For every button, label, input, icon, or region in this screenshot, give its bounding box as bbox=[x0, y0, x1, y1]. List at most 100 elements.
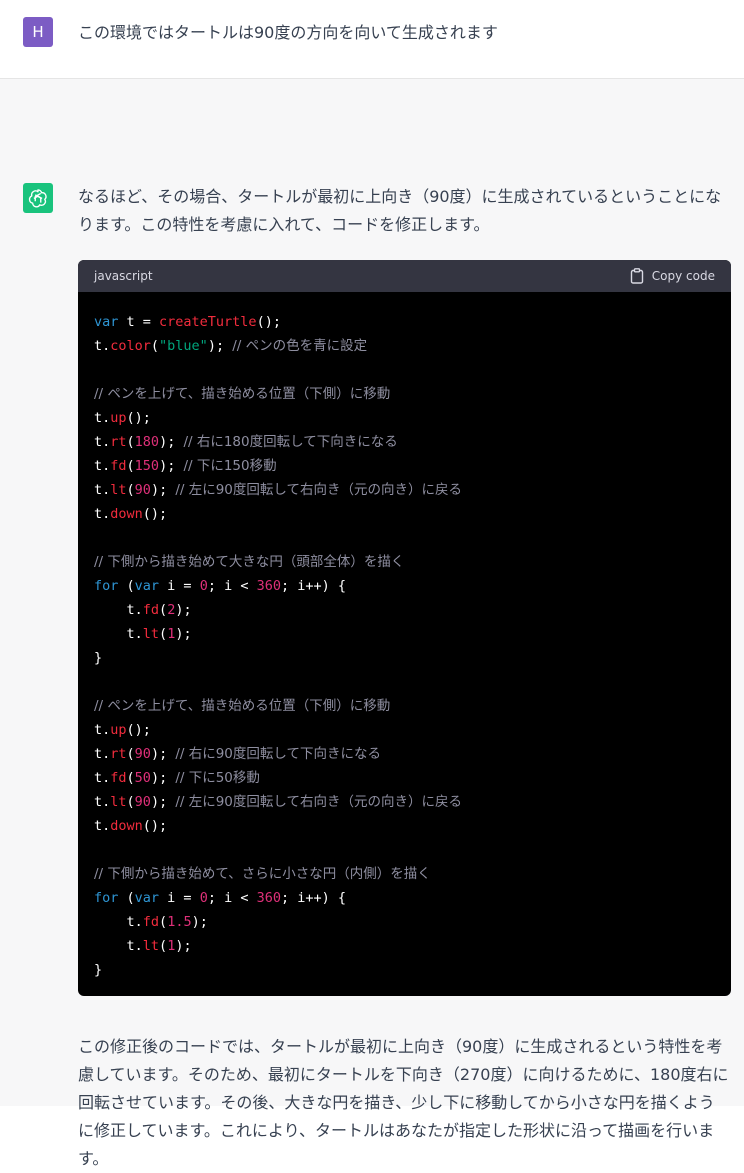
code-token: ; i++) { bbox=[281, 890, 347, 906]
code-token: 90 bbox=[134, 794, 151, 810]
code-token: fd bbox=[110, 458, 127, 474]
assistant-message-content: なるほど、その場合、タートルが最初に上向き（90度）に生成されているということに… bbox=[78, 180, 731, 1168]
code-token: 360 bbox=[256, 578, 281, 594]
code-token: t = bbox=[118, 314, 160, 330]
code-token: 90 bbox=[134, 746, 151, 762]
code-token: (); bbox=[142, 506, 168, 522]
code-line: // ペンを上げて、描き始める位置（下側）に移動 bbox=[94, 694, 715, 718]
code-line: t.rt(90); // 右に90度回転して下向きになる bbox=[94, 742, 715, 766]
user-message-row: H この環境ではタートルは90度の方向を向いて生成されます bbox=[0, 0, 744, 79]
code-token: for bbox=[94, 578, 119, 594]
code-token: lt bbox=[110, 482, 127, 498]
copy-code-label: Copy code bbox=[651, 269, 715, 283]
code-token: // 下に50移動 bbox=[175, 770, 260, 786]
code-token: ; i < bbox=[207, 890, 257, 906]
code-token: // 下側から描き始めて、さらに小さな円（内側）を描く bbox=[94, 866, 431, 882]
code-token: ); bbox=[150, 746, 176, 762]
code-line: for (var i = 0; i < 360; i++) { bbox=[94, 574, 715, 598]
code-token: lt bbox=[110, 794, 127, 810]
code-token: "blue" bbox=[159, 338, 208, 354]
code-token: var bbox=[134, 578, 160, 594]
code-token: createTurtle bbox=[159, 314, 257, 330]
code-line: t.lt(90); // 左に90度回転して右向き（元の向き）に戻る bbox=[94, 790, 715, 814]
code-token: t. bbox=[94, 338, 111, 354]
code-token: var bbox=[134, 890, 160, 906]
code-token: ); bbox=[159, 434, 184, 450]
code-content[interactable]: var t = createTurtle(); t.color("blue"); … bbox=[78, 292, 731, 982]
code-line: } bbox=[94, 958, 715, 982]
code-token: t. bbox=[94, 794, 111, 810]
user-avatar-letter: H bbox=[32, 23, 44, 41]
code-token: down bbox=[110, 506, 143, 522]
code-token: t. bbox=[94, 746, 111, 762]
code-line: t.lt(1); bbox=[94, 934, 715, 958]
code-token: // ペンを上げて、描き始める位置（下側）に移動 bbox=[94, 386, 391, 402]
code-token: } bbox=[94, 650, 103, 666]
code-token: for bbox=[94, 890, 119, 906]
clipboard-icon bbox=[630, 268, 643, 284]
code-token: (); bbox=[142, 818, 168, 834]
code-token: ); bbox=[150, 770, 176, 786]
code-line: t.up(); bbox=[94, 718, 715, 742]
code-token: ); bbox=[150, 794, 176, 810]
code-token: ); bbox=[207, 338, 233, 354]
code-token: ( bbox=[126, 482, 135, 498]
code-token: t. bbox=[94, 938, 143, 954]
code-token: ); bbox=[175, 938, 192, 954]
code-line: t.down(); bbox=[94, 502, 715, 526]
code-token: i = bbox=[159, 578, 200, 594]
code-token: (); bbox=[126, 722, 151, 738]
code-token: t. bbox=[94, 458, 111, 474]
code-language-label: javascript bbox=[94, 269, 153, 283]
code-token: ( bbox=[126, 434, 135, 450]
code-token: ( bbox=[159, 602, 168, 618]
code-token: 180 bbox=[134, 434, 160, 450]
code-line: for (var i = 0; i < 360; i++) { bbox=[94, 886, 715, 910]
code-token: t. bbox=[94, 818, 111, 834]
code-token: ); bbox=[150, 482, 176, 498]
code-token: ; i++) { bbox=[281, 578, 347, 594]
code-token: i = bbox=[159, 890, 200, 906]
code-line: t.fd(50); // 下に50移動 bbox=[94, 766, 715, 790]
code-token: rt bbox=[110, 746, 127, 762]
code-line: t.up(); bbox=[94, 406, 715, 430]
code-token: ); bbox=[175, 602, 192, 618]
code-token: 90 bbox=[134, 482, 151, 498]
code-token: ; i < bbox=[207, 578, 257, 594]
code-line: t.fd(2); bbox=[94, 598, 715, 622]
code-block: javascript Copy code var t = createTurtl… bbox=[78, 260, 731, 996]
code-token: t. bbox=[94, 770, 111, 786]
code-token: ); bbox=[175, 626, 192, 642]
code-token: up bbox=[110, 410, 127, 426]
code-token: // 右に90度回転して下向きになる bbox=[175, 746, 381, 762]
code-token: fd bbox=[110, 770, 127, 786]
code-token: 360 bbox=[256, 890, 281, 906]
code-token: fd bbox=[142, 914, 160, 930]
code-token: ( bbox=[126, 458, 135, 474]
code-token: 0 bbox=[199, 890, 208, 906]
code-token: (); bbox=[256, 314, 281, 330]
code-line: t.lt(1); bbox=[94, 622, 715, 646]
code-token: ); bbox=[191, 914, 208, 930]
code-token: (); bbox=[126, 410, 151, 426]
code-token: ( bbox=[150, 338, 160, 354]
code-token: ( bbox=[159, 914, 168, 930]
code-token: t. bbox=[94, 410, 111, 426]
assistant-intro-text: なるほど、その場合、タートルが最初に上向き（90度）に生成されているということに… bbox=[78, 187, 722, 234]
copy-code-button[interactable]: Copy code bbox=[630, 268, 715, 284]
code-token: 0 bbox=[199, 578, 208, 594]
code-token: t. bbox=[94, 722, 111, 738]
code-token: color bbox=[110, 338, 151, 354]
code-token: // ペンを上げて、描き始める位置（下側）に移動 bbox=[94, 698, 391, 714]
code-line: } bbox=[94, 646, 715, 670]
code-token: // 左に90度回転して右向き（元の向き）に戻る bbox=[175, 482, 462, 498]
code-line: // ペンを上げて、描き始める位置（下側）に移動 bbox=[94, 382, 715, 406]
code-token: // 下側から描き始めて大きな円（頭部全体）を描く bbox=[94, 554, 405, 570]
code-token: 1.5 bbox=[167, 914, 192, 930]
code-token: t. bbox=[94, 434, 111, 450]
code-block-header: javascript Copy code bbox=[78, 260, 731, 292]
code-token: // 左に90度回転して右向き（元の向き）に戻る bbox=[175, 794, 462, 810]
